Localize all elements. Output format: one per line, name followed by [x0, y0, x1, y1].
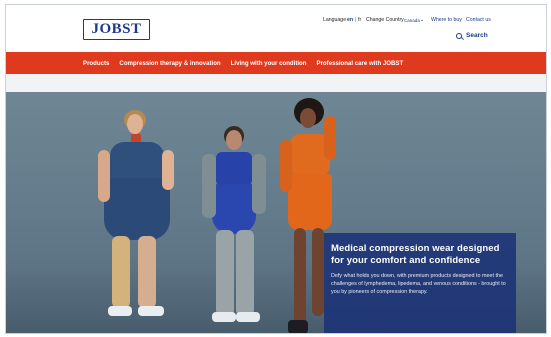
nav-item-living-with-condition[interactable]: Living with your condition — [231, 60, 307, 67]
search-icon — [456, 32, 462, 39]
country-select[interactable]: Canada — [404, 18, 420, 23]
nav-item-products[interactable]: Products — [83, 60, 109, 67]
search-button[interactable]: Search — [456, 32, 488, 39]
main-nav: Products Compression therapy & innovatio… — [6, 52, 546, 74]
language-separator: | — [355, 17, 357, 23]
language-fr-link[interactable]: fr — [358, 17, 361, 23]
hero-title: Medical compression wear designed for yo… — [331, 243, 500, 266]
nav-item-professional-care[interactable]: Professional care with JOBST — [317, 60, 404, 67]
nav-item-compression-therapy[interactable]: Compression therapy & innovation — [119, 60, 220, 67]
where-to-buy-link[interactable]: Where to buy — [431, 17, 462, 23]
hero-info-card: Medical compression wear designed for yo… — [324, 233, 516, 333]
model-blue-dress — [194, 126, 274, 331]
search-label: Search — [466, 32, 488, 39]
chevron-down-icon[interactable]: ⌄ — [420, 17, 424, 23]
jobst-logo[interactable]: JOBST — [83, 19, 150, 40]
change-country-label: Change Country — [366, 17, 404, 23]
model-denim-dress — [98, 110, 178, 333]
language-label: Language — [323, 17, 347, 23]
logo-text: JOBST — [91, 21, 142, 37]
browser-page: JOBST Language en | fr Change Country Ca… — [5, 4, 547, 334]
contact-us-link[interactable]: Contact us — [466, 17, 491, 23]
hero-body: Defy what holds you down, with premium p… — [331, 273, 506, 295]
language-en-link[interactable]: en — [347, 17, 353, 23]
sub-bar — [6, 74, 546, 92]
